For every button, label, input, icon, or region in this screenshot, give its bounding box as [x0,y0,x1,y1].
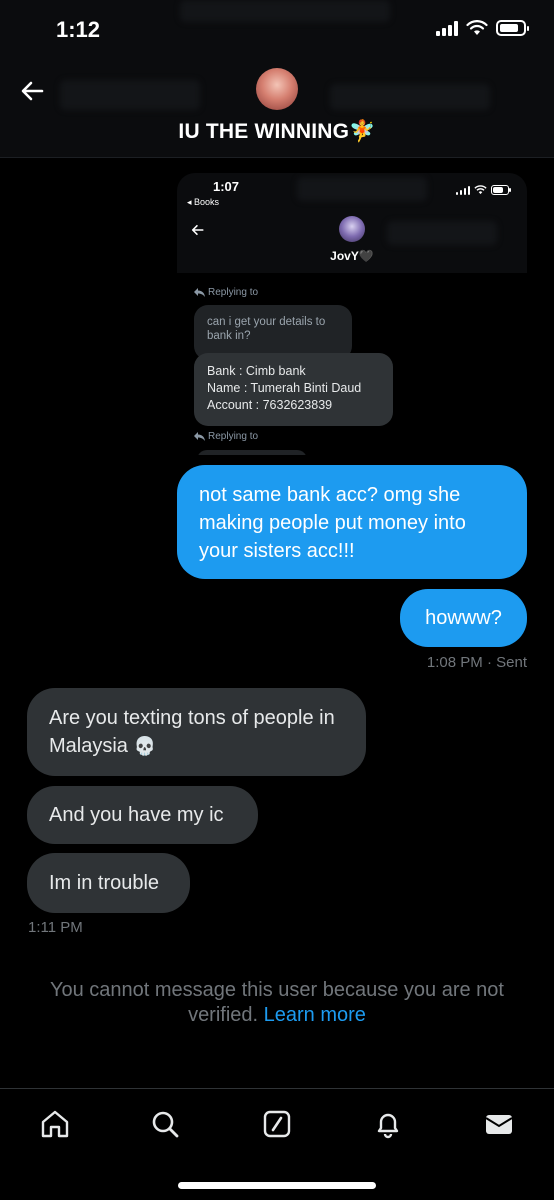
signal-icon [456,185,470,195]
embedded-screenshot[interactable]: 1:07 ◂ Books JovY🖤 [177,173,527,273]
embedded-back-app: ◂ Books [187,197,220,207]
received-message[interactable]: Are you texting tons of people in Malays… [27,688,366,776]
received-timestamp: 1:11 PM [28,919,83,936]
battery-level [493,187,503,193]
cropped-message [197,450,307,455]
messages-icon[interactable] [482,1107,516,1141]
embedded-screenshot-messages: Replying to can i get your details to ba… [177,273,527,455]
embedded-status-icons [456,185,511,195]
wifi-icon [474,185,487,195]
blurred-region [60,80,200,110]
embedded-status-time: 1:07 [213,179,240,194]
signal-icon [436,20,458,36]
blurred-region [180,0,390,22]
replying-to-label: Replying to [194,431,258,442]
search-icon[interactable] [148,1107,182,1141]
back-arrow-icon [191,224,204,236]
back-arrow-icon[interactable] [16,74,50,108]
status-bar: 1:12 [0,0,554,60]
sent-message[interactable]: howww? [400,589,527,647]
conversation-header: IU THE WINNING🧚 [0,60,554,158]
status-icons [436,20,529,36]
unverified-notice: You cannot message this user because you… [20,978,534,1028]
learn-more-link[interactable]: Learn more [264,1004,366,1026]
bank-line: Bank : Cimb bank [207,364,306,378]
bank-details-message: Bank : Cimb bank Name : Tumerah Binti Da… [194,353,393,426]
replying-to-label: Replying to [194,287,258,298]
battery-icon [491,185,511,195]
quoted-message: can i get your details to bank in? [194,305,352,360]
embedded-name-text: JovY [330,249,359,263]
conversation-title[interactable]: IU THE WINNING🧚 [0,120,554,144]
replying-to-text: Replying to [208,431,259,442]
sent-status: · Sent [486,654,527,671]
received-message[interactable]: And you have my ic [27,786,258,844]
wifi-icon [466,20,488,35]
embedded-conversation-name: JovY🖤 [177,249,527,263]
battery-icon [496,20,529,36]
home-indicator [178,1182,376,1189]
received-message[interactable]: Im in trouble [27,853,190,913]
sent-time: 1:08 PM [426,654,483,671]
blurred-region [387,221,497,245]
account-line: Account : 7632623839 [207,398,333,412]
avatar[interactable] [256,68,298,110]
blurred-region [297,177,427,201]
skull-emoji: 💀 [133,736,156,756]
conversation-name: IU THE WINNING [178,120,350,143]
battery-level [500,24,518,32]
reply-arrow-icon [194,288,205,297]
home-icon[interactable] [38,1107,72,1141]
fairy-emoji: 🧚 [349,120,376,143]
name-line: Name : Tumerah Binti Daud [207,381,362,395]
embedded-avatar [339,216,365,242]
notifications-icon[interactable] [371,1107,405,1141]
heart-emoji: 🖤 [358,249,374,263]
sent-message[interactable]: not same bank acc? omg she making people… [177,465,527,579]
blurred-region [330,84,490,110]
status-time: 1:12 [56,17,101,42]
sent-timestamp: 1:08 PM · Sent [427,654,527,671]
message-text: Are you texting tons of people in Malays… [49,707,335,757]
compose-icon[interactable] [260,1107,294,1141]
reply-arrow-icon [194,432,205,441]
replying-to-text: Replying to [208,287,259,298]
